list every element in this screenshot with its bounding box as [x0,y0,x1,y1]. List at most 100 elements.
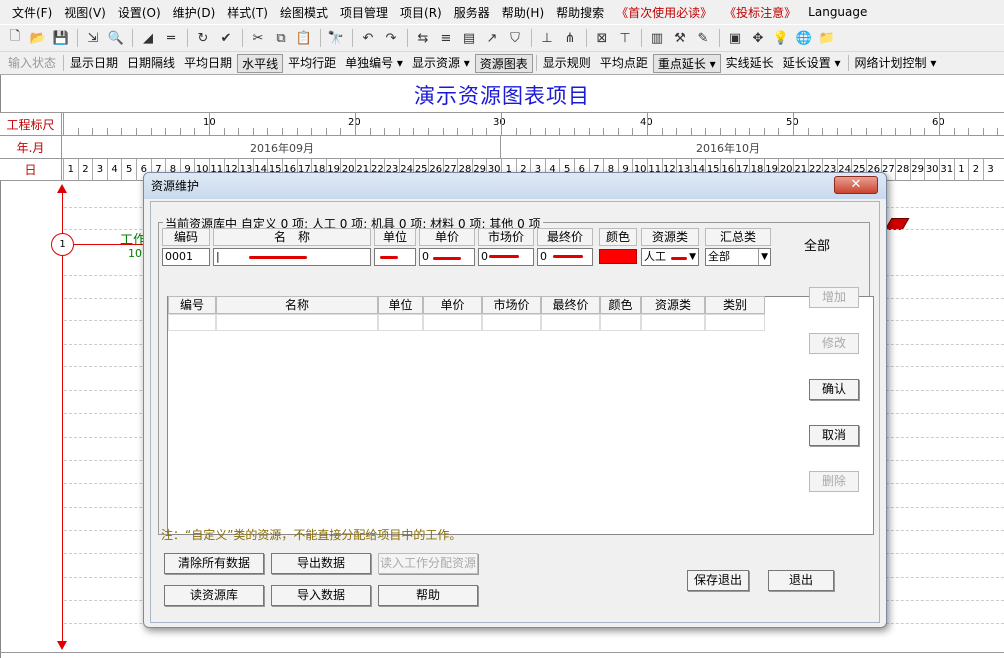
refresh-icon[interactable]: ↻ [192,27,214,49]
view-toggle-button[interactable]: 输入状态 [4,54,60,73]
distribute-icon[interactable]: ⋔ [559,27,581,49]
table-header[interactable]: 单价 [423,296,482,314]
tool-icon[interactable]: ⚒ [669,27,691,49]
redaction-mark [553,255,583,258]
dialog-button[interactable]: 导出数据 [271,553,371,574]
line-icon[interactable]: ═ [160,27,182,49]
chart-icon[interactable]: ▥ [646,27,668,49]
dialog-button[interactable]: 清除所有数据 [164,553,264,574]
menu-item[interactable]: 帮助(H) [496,4,550,21]
table-header[interactable]: 单位 [378,296,423,314]
dialog-button[interactable]: 读资源库 [164,585,264,606]
dialog-button[interactable]: 读入工作分配资源 [378,553,478,574]
menu-item[interactable]: 《首次使用必读》 [610,4,718,21]
menu-item[interactable]: 文件(F) [6,4,58,21]
table-header[interactable]: 名称 [216,296,378,314]
view-toggle-button[interactable]: 日期隔线 [123,54,179,73]
menu-item[interactable]: 项目管理 [334,4,394,21]
table-header[interactable]: 编号 [168,296,216,314]
save-icon[interactable]: 💾 [50,27,72,49]
view-toggle-button[interactable]: 显示资源 ▾ [408,54,474,73]
arrow-up-icon [57,184,67,193]
undo-icon[interactable]: ↶ [357,27,379,49]
print-preview-icon[interactable]: 🔍 [105,27,127,49]
side-button[interactable]: 增加 [809,287,859,308]
color-swatch[interactable] [599,249,637,264]
day-cell: 3 [982,159,998,181]
pin-icon[interactable]: ✥ [747,27,769,49]
view-toggle-button[interactable]: 网络计划控制 ▾ [851,54,941,73]
day-cell: 5 [121,159,136,181]
dialog-button[interactable]: 导入数据 [271,585,371,606]
open-icon[interactable]: 📂 [27,27,49,49]
close-icon[interactable]: ✕ [834,176,878,194]
folder-icon[interactable]: 📁 [816,27,838,49]
menu-item[interactable]: 视图(V) [58,4,112,21]
resource-type-value: 人工 [644,250,666,263]
view-toggle-button[interactable]: 资源图表 [474,53,533,73]
table-header[interactable]: 颜色 [600,296,641,314]
view-toggle-button[interactable]: 平均点距 [596,54,652,73]
menu-item[interactable]: 绘图模式 [274,4,334,21]
redo-icon[interactable]: ↷ [380,27,402,49]
cut-icon[interactable]: ✂ [247,27,269,49]
node-circle[interactable]: 1 [51,233,74,256]
dialog-button[interactable]: 退出 [768,570,834,591]
side-button[interactable]: 删除 [809,471,859,492]
find-icon[interactable]: 🔭 [325,27,347,49]
menu-item[interactable]: 服务器 [448,4,496,21]
window-icon[interactable]: ▣ [724,27,746,49]
network-icon[interactable]: ⊠ [591,27,613,49]
export-icon[interactable]: ⇲ [82,27,104,49]
menu-item[interactable]: 维护(D) [167,4,222,21]
dialog-button[interactable]: 帮助 [378,585,478,606]
code-input[interactable]: 0001 [162,248,210,266]
curve-icon[interactable]: ↗ [481,27,503,49]
resource-type-select[interactable]: 人工 ▼ [641,248,699,266]
view-toggle-button[interactable]: 平均日期 [180,54,236,73]
dialog-title[interactable]: 资源维护 [144,173,886,199]
copy-icon[interactable]: ⧉ [270,27,292,49]
bar-icon[interactable]: ▤ [458,27,480,49]
link-icon[interactable]: ⇆ [412,27,434,49]
resource-icon[interactable]: ⛉ [504,27,526,49]
check-icon[interactable]: ✔ [215,27,237,49]
table-header[interactable]: 资源类 [641,296,705,314]
menu-item[interactable]: 帮助搜索 [550,4,610,21]
view-toggle-button[interactable]: 实线延长 [722,54,778,73]
menu-item[interactable]: 《投标注意》 [718,4,802,21]
view-toggle-button[interactable]: 显示规则 [539,54,595,73]
paste-icon[interactable]: 📋 [293,27,315,49]
view-toggle-button[interactable]: 单独编号 ▾ [341,54,407,73]
day-cell: 2 [968,159,983,181]
table-header[interactable]: 类别 [705,296,765,314]
view-toggle-button[interactable]: 延长设置 ▾ [779,54,845,73]
side-button[interactable]: 确认 [809,379,859,400]
view-toggle-button[interactable]: 平均行距 [284,54,340,73]
line-style-icon[interactable]: ◢ [137,27,159,49]
new-icon[interactable]: 🗋 [4,27,26,49]
menu-item[interactable]: 样式(T) [221,4,274,21]
view-toggle-button[interactable]: 水平线 [237,53,284,73]
view-toggle-button[interactable]: 重点延长 ▾ [652,53,721,73]
dialog-button[interactable]: 保存退出 [687,570,749,591]
summary-type-select[interactable]: 全部 ▼ [705,248,771,266]
edit-icon[interactable]: ✎ [692,27,714,49]
resource-table[interactable]: 编号 名称 单位 单价 市场价 最终价 颜色 资源类 类别 [167,296,874,535]
menu-item[interactable]: 项目(R) [394,4,448,21]
table-header[interactable]: 最终价 [541,296,600,314]
side-button[interactable]: 取消 [809,425,859,446]
ruler-label: 工程标尺 [0,113,62,135]
level-icon[interactable]: ⊤ [614,27,636,49]
bulb-icon[interactable]: 💡 [770,27,792,49]
globe-icon[interactable]: 🌐 [793,27,815,49]
gantt-icon[interactable]: ≡ [435,27,457,49]
side-button[interactable]: 修改 [809,333,859,354]
dialog-body: 当前资源库中 自定义 0 项; 人工 0 项; 机具 0 项; 材料 0 项; … [150,201,880,623]
align-icon[interactable]: ⊥ [536,27,558,49]
menu-item[interactable]: 设置(O) [112,4,167,21]
table-header[interactable]: 市场价 [482,296,541,314]
menu-item[interactable]: Language [802,5,873,19]
input-header: 市场价 [478,228,534,246]
view-toggle-button[interactable]: 显示日期 [66,54,122,73]
